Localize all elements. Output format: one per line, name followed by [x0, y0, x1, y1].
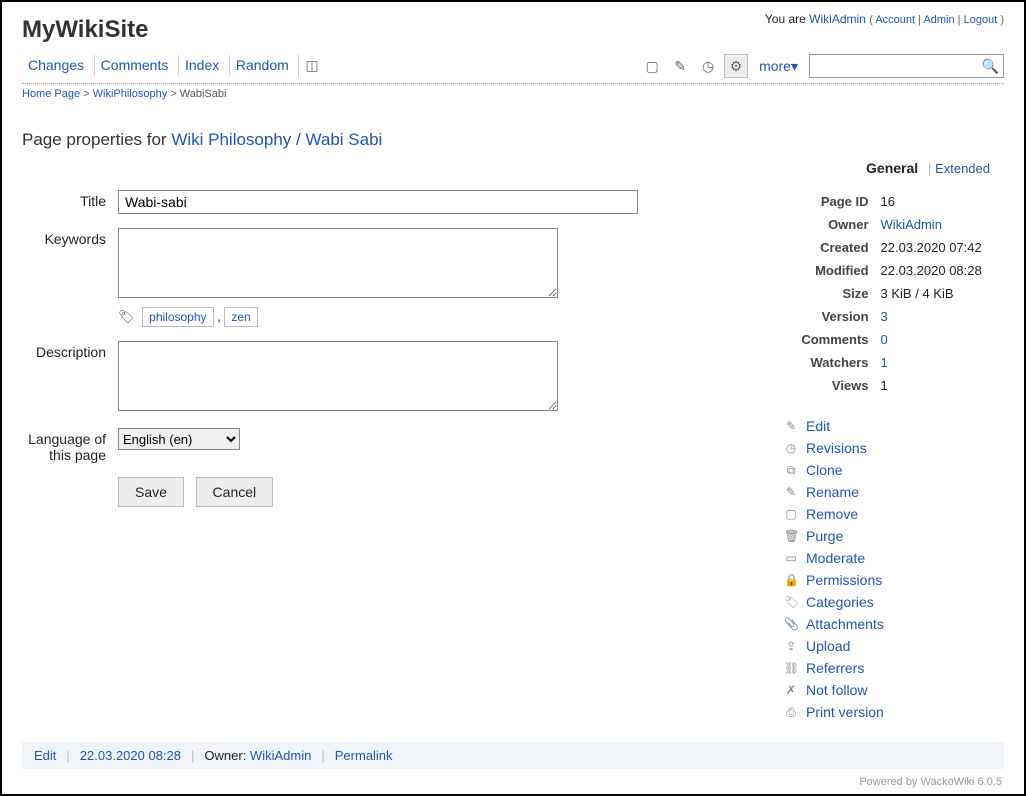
breadcrumb-current: WabiSabi [180, 88, 227, 100]
cancel-button[interactable]: Cancel [196, 477, 274, 507]
page-heading-link[interactable]: Wiki Philosophy / Wabi Sabi [171, 130, 382, 149]
nav-comments[interactable]: Comments [94, 55, 175, 75]
action-remove[interactable]: Remove [806, 506, 858, 522]
tab-extended[interactable]: Extended [935, 161, 990, 176]
search-box: 🔍 [809, 54, 1004, 78]
description-label: Description [22, 341, 118, 360]
more-menu[interactable]: more▾ [752, 55, 805, 78]
account-link[interactable]: Account [875, 14, 915, 26]
sidebar: Page ID16 OwnerWikiAdmin Created22.03.20… [784, 190, 1004, 723]
copy-icon: ⧉ [784, 463, 798, 478]
action-list: ✎Edit ◷Revisions ⧉Clone ✎Rename ▢Remove … [784, 415, 1004, 723]
page-icon[interactable]: ▢ [640, 54, 664, 78]
footer-permalink[interactable]: Permalink [335, 748, 393, 763]
clock-icon: ◷ [784, 441, 798, 455]
breadcrumb: Home Page > WikiPhilosophy > WabiSabi [22, 88, 1004, 100]
action-notfollow[interactable]: Not follow [806, 682, 867, 698]
speech-icon: ▭ [784, 551, 798, 565]
action-attachments[interactable]: Attachments [806, 616, 884, 632]
language-select[interactable]: English (en) [118, 428, 240, 450]
logout-link[interactable]: Logout [964, 14, 998, 26]
info-watchers[interactable]: 1 [881, 355, 888, 370]
action-rename[interactable]: Rename [806, 484, 859, 500]
nav-index[interactable]: Index [178, 55, 225, 75]
title-input[interactable] [118, 190, 638, 214]
info-owner[interactable]: WikiAdmin [881, 217, 942, 232]
footer-bar: Edit | 22.03.2020 08:28 | Owner: WikiAdm… [22, 742, 1004, 769]
action-purge[interactable]: Purge [806, 528, 843, 544]
search-icon[interactable]: 🔍 [982, 58, 999, 75]
rename-icon: ✎ [784, 485, 798, 499]
breadcrumb-home[interactable]: Home Page [22, 88, 80, 100]
action-categories[interactable]: Categories [806, 594, 874, 610]
footer-edit[interactable]: Edit [34, 748, 56, 763]
info-table: Page ID16 OwnerWikiAdmin Created22.03.20… [784, 190, 1004, 397]
eye-off-icon: ✗ [784, 683, 798, 697]
footer-owner[interactable]: WikiAdmin [250, 748, 311, 763]
tag-icon: 🏷 [784, 595, 798, 609]
info-version[interactable]: 3 [881, 309, 888, 324]
paperclip-icon: 📎 [784, 617, 798, 631]
lock-icon: 🔒 [784, 573, 798, 587]
site-title: MyWikiSite [22, 12, 148, 44]
page-heading: Page properties for Wiki Philosophy / Wa… [22, 130, 1004, 150]
tag-philosophy[interactable]: philosophy [142, 307, 213, 327]
powered-by: Powered by WackoWiki 6.0.5 [859, 776, 1002, 788]
action-moderate[interactable]: Moderate [806, 550, 865, 566]
tag-icon: 🏷 [118, 309, 135, 324]
info-size: 3 KiB / 4 KiB [875, 282, 1004, 305]
action-revisions[interactable]: Revisions [806, 440, 867, 456]
edit-icon[interactable]: ✎ [668, 54, 692, 78]
tab-general[interactable]: General [866, 160, 918, 176]
language-label: Language of this page [22, 428, 118, 463]
user-prefix: You are [765, 12, 809, 26]
info-created: 22.03.2020 07:42 [875, 236, 1004, 259]
pencil-icon: ✎ [784, 419, 798, 433]
history-icon[interactable]: ◷ [696, 54, 720, 78]
tab-row: General | Extended [22, 160, 1004, 176]
form-area: Title Keywords 🏷 philosophy , zen Descri… [22, 190, 744, 723]
print-icon: ⎙ [784, 705, 798, 720]
upload-icon: ⇪ [784, 639, 798, 653]
action-referrers[interactable]: Referrers [806, 660, 864, 676]
description-input[interactable] [118, 341, 558, 411]
remove-icon: ▢ [784, 507, 798, 521]
action-permissions[interactable]: Permissions [806, 572, 882, 588]
settings-icon[interactable]: ⚙ [724, 54, 748, 78]
user-link[interactable]: WikiAdmin [809, 12, 866, 26]
keywords-label: Keywords [22, 228, 118, 247]
info-modified: 22.03.2020 08:28 [875, 259, 1004, 282]
title-label: Title [22, 190, 118, 209]
action-edit[interactable]: Edit [806, 418, 830, 434]
trash-icon: 🗑 [784, 529, 798, 543]
action-clone[interactable]: Clone [806, 462, 843, 478]
link-icon: ⛓ [784, 661, 798, 675]
info-comments[interactable]: 0 [881, 332, 888, 347]
action-print[interactable]: Print version [806, 704, 884, 720]
nav-random[interactable]: Random [229, 55, 295, 75]
action-upload[interactable]: Upload [806, 638, 850, 654]
search-input[interactable] [814, 58, 982, 75]
footer-date[interactable]: 22.03.2020 08:28 [80, 748, 181, 763]
save-button[interactable]: Save [118, 477, 184, 507]
info-views: 1 [875, 374, 1004, 397]
nav-changes[interactable]: Changes [22, 55, 90, 75]
user-info: You are WikiAdmin ( Account | Admin | Lo… [765, 12, 1004, 26]
info-page-id: 16 [875, 190, 1004, 213]
admin-link[interactable]: Admin [923, 14, 954, 26]
nav-links: Changes Comments Index Random ◫ [22, 54, 322, 78]
breadcrumb-parent[interactable]: WikiPhilosophy [93, 88, 168, 100]
keywords-input[interactable] [118, 228, 558, 298]
bookmark-add-icon[interactable]: ◫ [298, 54, 322, 78]
tag-zen[interactable]: zen [224, 307, 257, 327]
